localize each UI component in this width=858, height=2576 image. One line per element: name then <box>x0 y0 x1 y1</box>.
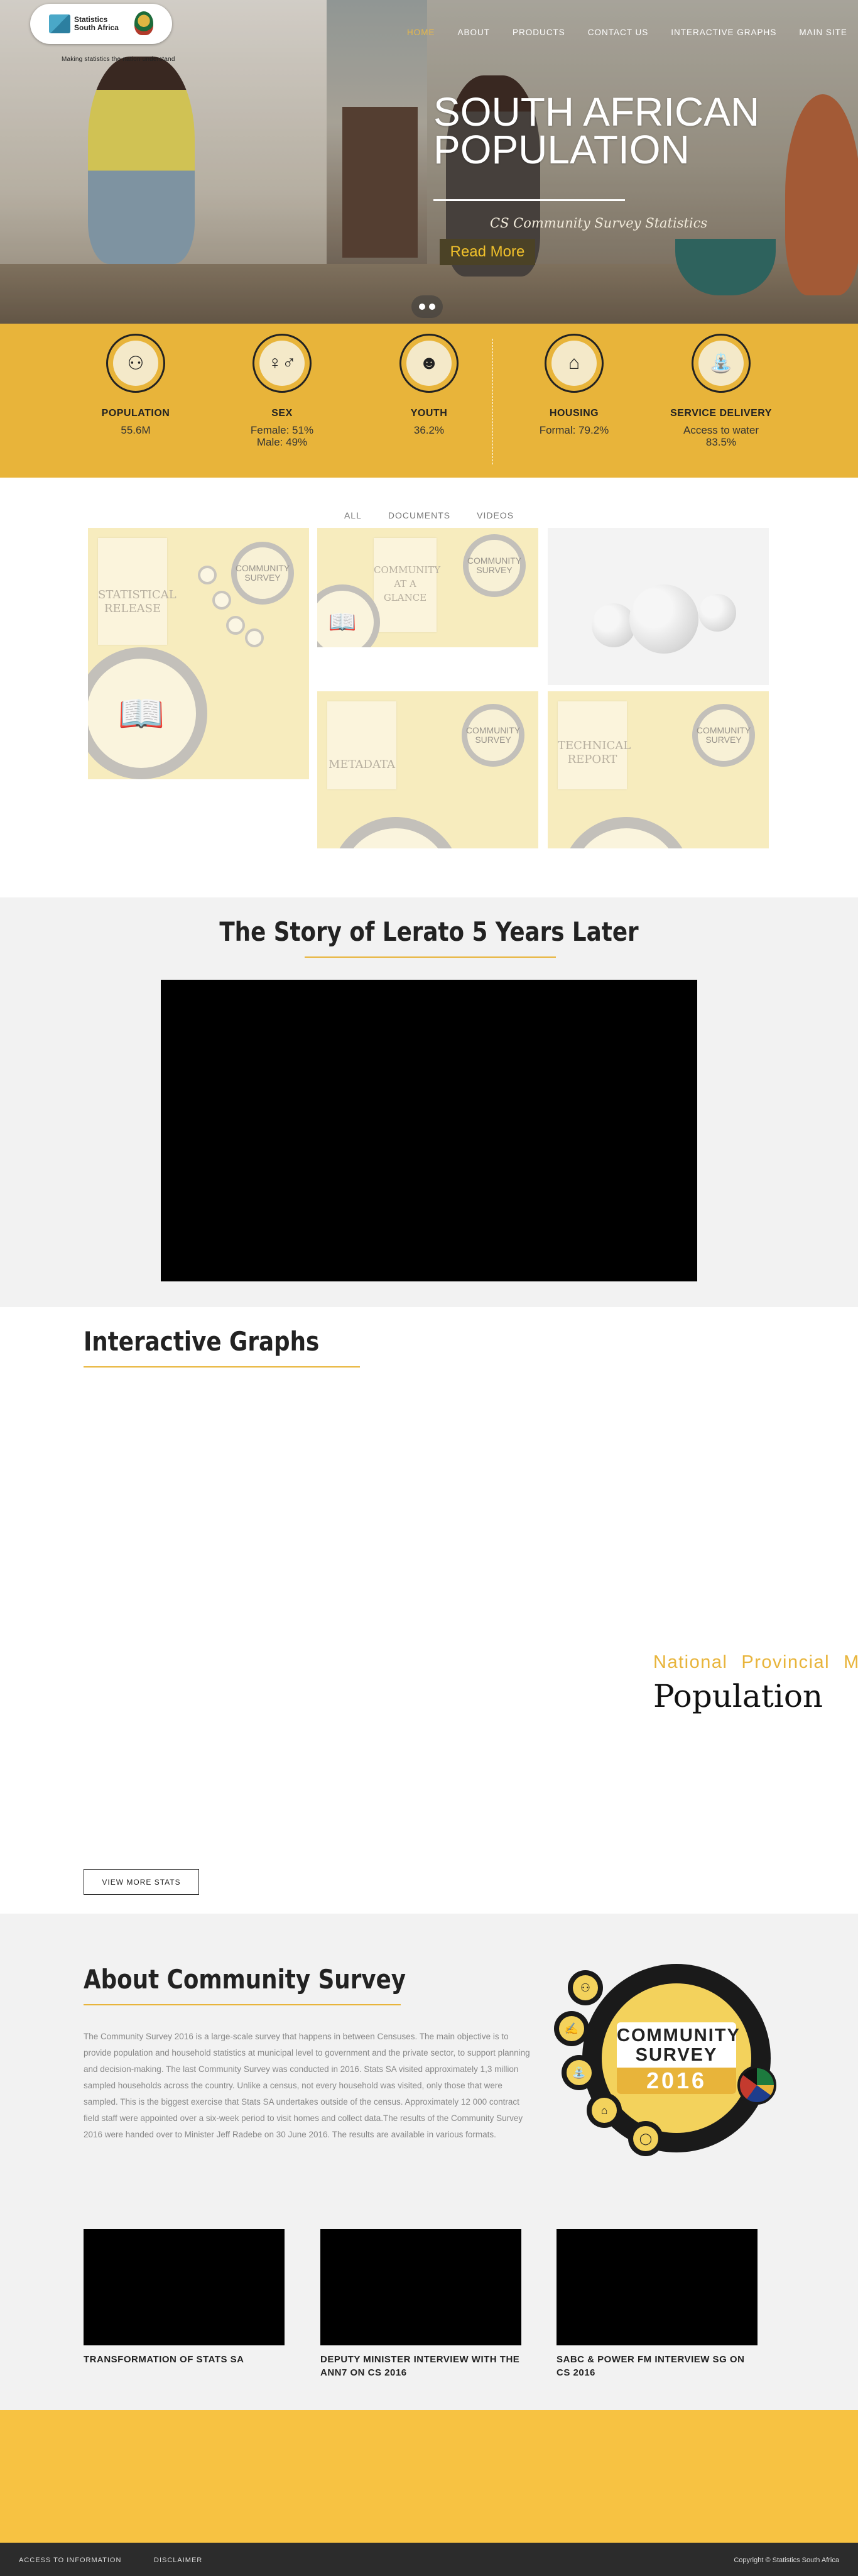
sex-icon: ♀♂ <box>259 341 305 386</box>
video-caption: SABC & POWER FM INTERVIEW SG ON CS 2016 <box>557 2354 745 2378</box>
slider-dot[interactable] <box>429 304 435 310</box>
logo-name-line2: South Africa <box>74 23 119 32</box>
community-survey-seal: COMMUNITY SURVEY <box>231 542 294 605</box>
coat-of-arms-icon <box>134 11 153 35</box>
document-cover: TECHNICAL REPORT <box>558 701 631 789</box>
gallery-tile-at-a-glance[interactable]: COMMUNITY AT A GLANCE COMMUNITY SURVEY 📖 <box>317 528 538 688</box>
population-icon: ⚇ <box>113 341 158 386</box>
filter-all[interactable]: ALL <box>344 510 362 520</box>
video-player[interactable] <box>84 2229 285 2345</box>
community-survey-seal: COMMUNITY SURVEY <box>462 704 524 767</box>
footer-band <box>0 2410 858 2543</box>
slider-pagination[interactable] <box>411 295 443 318</box>
statssa-logo-icon <box>49 14 70 33</box>
video-caption: TRANSFORMATION OF STATS SA <box>84 2354 244 2365</box>
nav-item-products[interactable]: PRODUCTS <box>513 28 565 37</box>
footer-link-disclaimer[interactable]: DISCLAIMER <box>154 2557 202 2564</box>
tab-national[interactable]: National <box>653 1652 727 1672</box>
footer-link-access-to-information[interactable]: ACCESS TO INFORMATION <box>19 2557 121 2564</box>
graph-metric-title: Population <box>653 1678 823 1714</box>
gallery-tile-metadata[interactable]: METADATA COMMUNITY SURVEY <box>317 691 538 848</box>
title-underline <box>84 1366 360 1367</box>
graphs-title: Interactive Graphs <box>84 1326 320 1357</box>
stat-sex[interactable]: ♀♂ SEX Female: 51% Male: 49% <box>213 324 351 448</box>
gallery-tile-technical-report[interactable]: TECHNICAL REPORT COMMUNITY SURVEY <box>548 691 769 848</box>
footer-copyright: Copyright © Statistics South Africa <box>734 2557 839 2564</box>
filter-videos[interactable]: VIDEOS <box>477 510 514 520</box>
graph-level-tabs: National Provincial Mun <box>653 1652 858 1673</box>
tab-provincial[interactable]: Provincial <box>741 1652 830 1672</box>
title-underline <box>84 2004 401 2005</box>
housing-icon: ⌂ <box>587 2093 622 2128</box>
video-player[interactable] <box>320 2229 521 2345</box>
nav-item-main-site[interactable]: MAIN SITE <box>799 28 847 37</box>
video-item[interactable]: TRANSFORMATION OF STATS SA <box>84 2229 285 2366</box>
view-more-stats-button[interactable]: VIEW MORE STATS <box>84 1869 199 1895</box>
filter-documents[interactable]: DOCUMENTS <box>388 510 450 520</box>
site-logo[interactable]: Statistics South Africa <box>30 4 172 44</box>
stat-population[interactable]: ⚇ POPULATION 55.6M <box>67 324 205 436</box>
nav-item-home[interactable]: HOME <box>407 28 435 37</box>
about-title: About Community Survey <box>84 1964 406 1995</box>
south-africa-flag-icon <box>737 2066 776 2105</box>
toilet-icon: ◯ <box>628 2121 663 2156</box>
video-item[interactable]: DEPUTY MINISTER INTERVIEW WITH THE ANN7 … <box>320 2229 521 2379</box>
youth-icon: ☻ <box>406 341 452 386</box>
stat-housing[interactable]: ⌂ HOUSING Formal: 79.2% <box>505 324 643 436</box>
publications-gallery: STATISTICAL RELEASE COMMUNITY SURVEY 📖 COM… <box>0 520 858 897</box>
gallery-tile-statistical-release[interactable]: STATISTICAL RELEASE COMMUNITY SURVEY 📖 <box>88 528 309 779</box>
nav-item-interactive-graphs[interactable]: INTERACTIVE GRAPHS <box>671 28 776 37</box>
hero-banner: Statistics South Africa Making statistic… <box>0 0 858 324</box>
housing-icon: ⌂ <box>551 341 597 386</box>
site-tagline: Making statistics the nation understand <box>62 56 175 63</box>
water-tap-icon: ⛲ <box>698 341 744 386</box>
hero-divider <box>433 199 625 201</box>
title-underline <box>305 956 556 958</box>
story-section: The Story of Lerato 5 Years Later <box>0 897 858 1307</box>
video-caption: DEPUTY MINISTER INTERVIEW WITH THE ANN7 … <box>320 2354 520 2378</box>
interactive-graphs-section: Interactive Graphs National Provincial Mun… <box>0 1307 858 1914</box>
about-section: About Community Survey The Community Sur… <box>0 1914 858 2410</box>
video-player[interactable] <box>557 2229 758 2345</box>
hero-subtitle: CS Community Survey Statistics <box>490 216 708 231</box>
community-survey-seal: COMMUNITY SURVEY <box>463 534 526 597</box>
about-text: The Community Survey 2016 is a large-sca… <box>84 2032 530 2139</box>
community-survey-seal: COMMUNITY SURVEY <box>692 704 755 767</box>
gallery-filters: ALL DOCUMENTS VIDEOS <box>0 478 858 520</box>
story-title: The Story of Lerato 5 Years Later <box>219 916 639 947</box>
document-cover: STATISTICAL RELEASE <box>98 538 176 645</box>
story-video-player[interactable] <box>161 980 697 1281</box>
nav-item-about[interactable]: ABOUT <box>458 28 491 37</box>
population-icon: ⚇ <box>568 1970 603 2005</box>
hero-title: SOUTH AFRICAN POPULATION <box>433 89 760 172</box>
video-item[interactable]: SABC & POWER FM INTERVIEW SG ON CS 2016 <box>557 2229 758 2379</box>
stat-youth[interactable]: ☻ YOUTH 36.2% <box>360 324 498 436</box>
water-tap-icon: ⛲ <box>562 2055 597 2090</box>
stats-divider <box>492 339 493 464</box>
document-cover: METADATA <box>327 701 396 789</box>
document-cover: COMMUNITY AT A GLANCE <box>374 538 440 632</box>
key-stats-band: ⚇ POPULATION 55.6M ♀♂ SEX Female: 51% Ma… <box>0 324 858 478</box>
read-more-button[interactable]: Read More <box>440 239 535 265</box>
tab-municipal[interactable]: Mun <box>844 1652 858 1672</box>
nav-item-contact-us[interactable]: CONTACT US <box>588 28 649 37</box>
education-icon: ✍ <box>554 2011 589 2046</box>
video-list: TRANSFORMATION OF STATS SA DEPUTY MINIST… <box>84 2229 774 2386</box>
community-survey-2016-badge: COMMUNITY SURVEY 2016 ⚇ ✍ ⛲ ⌂ ◯ <box>554 1964 776 2178</box>
main-nav: HOME ABOUT PRODUCTS CONTACT US INTERACTI… <box>407 28 858 37</box>
gallery-tile-video[interactable] <box>548 528 769 685</box>
slider-dot[interactable] <box>419 304 425 310</box>
stat-service-delivery[interactable]: ⛲ SERVICE DELIVERY Access to water 83.5% <box>652 324 790 448</box>
site-footer: ACCESS TO INFORMATION DISCLAIMER Copyrig… <box>0 2543 858 2576</box>
